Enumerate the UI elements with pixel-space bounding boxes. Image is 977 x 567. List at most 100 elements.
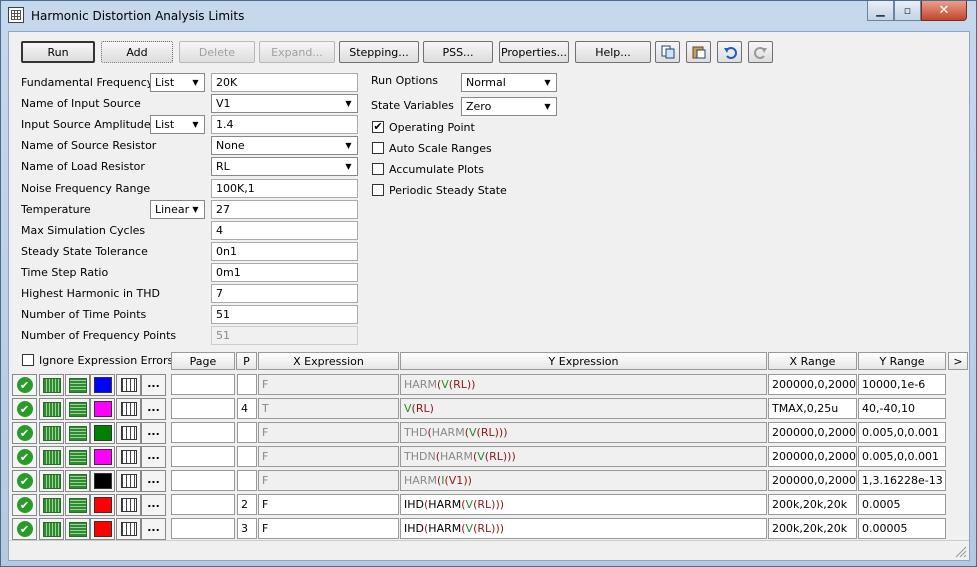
- x-expression-cell[interactable]: T: [258, 398, 399, 419]
- numeric-output-button[interactable]: [116, 446, 141, 468]
- numeric-output-button[interactable]: [116, 470, 141, 492]
- load-res-select[interactable]: RL ▼: [211, 157, 358, 176]
- stepping-button[interactable]: Stepping...: [339, 41, 419, 63]
- page-cell[interactable]: [171, 374, 235, 395]
- y-range-cell[interactable]: 0.0005: [858, 494, 946, 515]
- curve-color-button[interactable]: [90, 374, 115, 396]
- x-expression-cell[interactable]: F: [258, 494, 399, 515]
- y-expression-cell[interactable]: IHD(HARM(V(RL))): [400, 494, 767, 515]
- noise-freq-input[interactable]: 100K,1: [211, 179, 358, 198]
- page-cell[interactable]: [171, 446, 235, 467]
- numeric-output-button[interactable]: [116, 374, 141, 396]
- y-range-cell[interactable]: 1,3.16228e-13: [858, 470, 946, 491]
- operating-point-checkbox[interactable]: ✔: [372, 121, 384, 133]
- ss-tol-input[interactable]: 0n1: [211, 242, 358, 261]
- y-range-cell[interactable]: 0.005,0,0.001: [858, 422, 946, 443]
- y-expression-cell[interactable]: HARM(I(V1)): [400, 470, 767, 491]
- resize-grip-icon[interactable]: [955, 546, 967, 558]
- line-style-button[interactable]: [65, 470, 90, 492]
- x-range-cell[interactable]: 200k,20k,20k: [768, 494, 857, 515]
- enable-curve-button[interactable]: ✔: [12, 446, 37, 468]
- undo-button[interactable]: [717, 41, 742, 63]
- more-options-button[interactable]: ...: [141, 398, 166, 420]
- title-bar[interactable]: Harmonic Distortion Analysis Limits ▁ ▫ …: [1, 1, 976, 30]
- x-expression-cell[interactable]: F: [258, 446, 399, 467]
- x-range-cell[interactable]: 200000,0,20000: [768, 446, 857, 467]
- plot-mode-button[interactable]: [39, 494, 64, 516]
- max-cycles-input[interactable]: 4: [211, 221, 358, 240]
- numeric-output-button[interactable]: [116, 422, 141, 444]
- more-options-button[interactable]: ...: [141, 446, 166, 468]
- line-style-button[interactable]: [65, 494, 90, 516]
- y-range-cell[interactable]: 0.005,0,0.001: [858, 446, 946, 467]
- more-options-button[interactable]: ...: [141, 374, 166, 396]
- input-amp-mode-select[interactable]: List ▼: [150, 115, 205, 134]
- x-expression-cell[interactable]: F: [258, 470, 399, 491]
- x-range-cell[interactable]: 200000,0,20000: [768, 374, 857, 395]
- fund-freq-input[interactable]: 20K: [211, 73, 358, 92]
- temperature-input[interactable]: 27: [211, 200, 358, 219]
- x-expression-header[interactable]: X Expression: [258, 352, 399, 370]
- x-range-cell[interactable]: 200k,20k,20k: [768, 518, 857, 539]
- temperature-mode-select[interactable]: Linear ▼: [150, 200, 205, 219]
- enable-curve-button[interactable]: ✔: [12, 470, 37, 492]
- page-column-header[interactable]: Page: [171, 352, 235, 370]
- curve-color-button[interactable]: [90, 398, 115, 420]
- page-cell[interactable]: [171, 518, 235, 539]
- plot-mode-button[interactable]: [39, 374, 64, 396]
- plot-mode-button[interactable]: [39, 518, 64, 540]
- y-expression-cell[interactable]: IHD(HARM(V(RL))): [400, 518, 767, 539]
- minimize-button[interactable]: ▁: [867, 1, 894, 21]
- auto-scale-checkbox[interactable]: [372, 142, 384, 154]
- p-cell[interactable]: [237, 470, 257, 491]
- x-range-cell[interactable]: TMAX,0,25u: [768, 398, 857, 419]
- ignore-errors-checkbox[interactable]: [22, 354, 34, 366]
- state-vars-select[interactable]: Zero ▼: [461, 97, 557, 116]
- expand-columns-button[interactable]: >: [948, 352, 968, 370]
- enable-curve-button[interactable]: ✔: [12, 374, 37, 396]
- x-range-cell[interactable]: 200000,0,20000: [768, 422, 857, 443]
- accumulate-checkbox[interactable]: [372, 163, 384, 175]
- x-range-cell[interactable]: 200000,0,20000: [768, 470, 857, 491]
- p-column-header[interactable]: P: [236, 352, 257, 370]
- y-expression-header[interactable]: Y Expression: [400, 352, 767, 370]
- add-button[interactable]: Add: [101, 41, 173, 63]
- line-style-button[interactable]: [65, 518, 90, 540]
- line-style-button[interactable]: [65, 446, 90, 468]
- run-options-select[interactable]: Normal ▼: [461, 73, 557, 92]
- delete-button[interactable]: Delete: [179, 41, 255, 63]
- x-expression-cell[interactable]: F: [258, 374, 399, 395]
- properties-button[interactable]: Properties...: [499, 41, 569, 63]
- page-cell[interactable]: [171, 422, 235, 443]
- more-options-button[interactable]: ...: [141, 470, 166, 492]
- more-options-button[interactable]: ...: [141, 518, 166, 540]
- expand-button[interactable]: Expand...: [259, 41, 335, 63]
- line-style-button[interactable]: [65, 398, 90, 420]
- ts-ratio-input[interactable]: 0m1: [211, 263, 358, 282]
- plot-mode-button[interactable]: [39, 470, 64, 492]
- input-source-select[interactable]: V1 ▼: [211, 94, 358, 113]
- p-cell[interactable]: 2: [237, 494, 257, 515]
- time-points-input[interactable]: 51: [211, 305, 358, 324]
- more-options-button[interactable]: ...: [141, 422, 166, 444]
- enable-curve-button[interactable]: ✔: [12, 518, 37, 540]
- x-range-header[interactable]: X Range: [768, 352, 857, 370]
- p-cell[interactable]: [237, 446, 257, 467]
- plot-mode-button[interactable]: [39, 398, 64, 420]
- app-icon[interactable]: [8, 7, 24, 23]
- p-cell[interactable]: 4: [237, 398, 257, 419]
- curve-color-button[interactable]: [90, 494, 115, 516]
- plot-mode-button[interactable]: [39, 422, 64, 444]
- x-expression-cell[interactable]: F: [258, 518, 399, 539]
- line-style-button[interactable]: [65, 422, 90, 444]
- run-button[interactable]: Run: [21, 41, 95, 63]
- y-range-cell[interactable]: 10000,1e-6: [858, 374, 946, 395]
- source-res-select[interactable]: None ▼: [211, 136, 358, 155]
- copy-button[interactable]: [655, 41, 680, 63]
- p-cell[interactable]: [237, 422, 257, 443]
- numeric-output-button[interactable]: [116, 518, 141, 540]
- maximize-button[interactable]: ▫: [894, 1, 921, 21]
- y-expression-cell[interactable]: V(RL): [400, 398, 767, 419]
- pss-checkbox[interactable]: [372, 184, 384, 196]
- pss-button[interactable]: PSS...: [423, 41, 493, 63]
